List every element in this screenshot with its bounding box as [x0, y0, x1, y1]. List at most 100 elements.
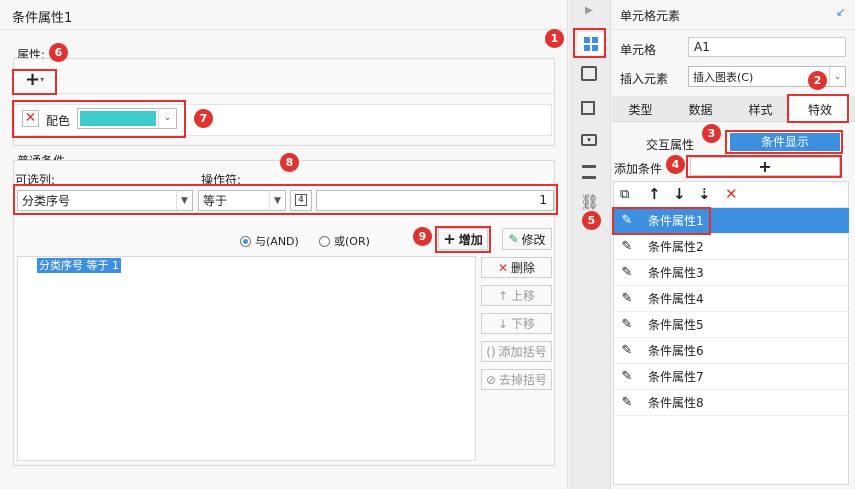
condition-item[interactable]: ✎ 条件属性2 [614, 234, 849, 260]
radio-unchecked-icon [319, 235, 330, 247]
widget-icon[interactable]: ▾ [581, 134, 597, 146]
chevron-down-icon: ⌄ [829, 67, 845, 86]
sort-down-icon[interactable]: ⇣ [698, 185, 711, 203]
remove-bracket-icon: ⊘ [485, 372, 497, 387]
insert-select-value: 插入图表(C) [693, 70, 754, 84]
modify-button-label: 修改 [521, 232, 546, 247]
remove-color-icon[interactable]: ✕ [22, 110, 39, 127]
annotation-badge: 1 [545, 29, 564, 48]
arrow-up-icon[interactable]: ↑ [648, 185, 661, 203]
condition-item[interactable]: ✎ 条件属性7 [614, 364, 849, 390]
annotation-badge: 2 [808, 71, 827, 90]
or-radio[interactable]: 或(OR) [319, 233, 370, 249]
delete-button-label: 删除 [511, 261, 536, 275]
cell-input[interactable]: A1 [688, 37, 846, 57]
pencil-icon: ✎ [621, 291, 633, 306]
bracket-icon: () [486, 344, 496, 359]
add-condition-plus-button[interactable]: + [690, 157, 840, 176]
add-property-button[interactable]: +▾ [25, 71, 44, 89]
and-label: 与(AND) [255, 235, 299, 248]
modify-button[interactable]: ✎ 修改 [502, 228, 552, 250]
annotation-badge: 7 [194, 109, 213, 128]
annotation-badge: 6 [49, 43, 68, 62]
chevron-down-icon: ▼ [176, 191, 192, 210]
cell-attribute-icon[interactable] [581, 66, 597, 81]
remove-bracket-button[interactable]: ⊘ 去掉括号 [481, 369, 552, 390]
tab-effect[interactable]: 特效 [790, 96, 850, 122]
annotation-badge: 5 [582, 211, 601, 230]
annotation-badge: 8 [280, 153, 299, 172]
sub-tab-condition-display[interactable]: 条件显示 [730, 133, 840, 151]
link-icon[interactable]: ⛓ [580, 193, 599, 211]
pencil-icon: ✎ [621, 369, 633, 384]
condition-item[interactable]: ✎ 条件属性4 [614, 286, 849, 312]
collapse-arrow-icon[interactable]: ↙ [836, 5, 846, 19]
optional-column-label: 可选列: [15, 173, 56, 187]
format-type-button[interactable]: 4 [290, 190, 312, 211]
plus-icon: + [443, 230, 456, 248]
condition-item[interactable]: ✎ 条件属性8 [614, 390, 849, 416]
pencil-icon: ✎ [621, 265, 633, 280]
cell-label: 单元格 [620, 43, 657, 57]
tab-data[interactable]: 数据 [672, 96, 729, 122]
tab-style[interactable]: 样式 [732, 96, 789, 122]
condition-item[interactable]: ✎ 条件属性5 [614, 312, 849, 338]
edit-icon: ✎ [508, 232, 519, 246]
pencil-icon: ✎ [621, 213, 633, 228]
move-up-button[interactable]: ↑ 上移 [481, 285, 552, 306]
panel-title: 单元格元素 [620, 9, 681, 23]
pencil-icon: ✎ [621, 343, 633, 358]
delete-icon[interactable]: ✕ [725, 185, 738, 203]
column-select[interactable]: 分类序号 ▼ [17, 190, 193, 211]
add-bracket-button[interactable]: () 添加括号 [481, 341, 552, 362]
tab-type[interactable]: 类型 [612, 96, 669, 122]
sub-tab-interaction[interactable]: 交互属性 [646, 136, 694, 153]
arrow-up-icon: ↑ [497, 288, 509, 303]
move-down-label: 下移 [511, 317, 536, 331]
operator-select[interactable]: 等于 ▼ [198, 190, 286, 211]
value-input[interactable]: 1 [316, 190, 554, 211]
operator-select-value: 等于 [203, 194, 228, 208]
expand-arrow-icon[interactable]: ▶ [585, 5, 593, 16]
arrow-down-icon: ↓ [497, 316, 509, 331]
condition-list[interactable] [17, 256, 476, 461]
remove-bracket-label: 去掉括号 [499, 373, 548, 387]
operator-label: 操作符: [201, 173, 242, 187]
title-divider [0, 29, 568, 30]
add-button-label: 增加 [458, 232, 483, 247]
pencil-icon: ✎ [621, 317, 633, 332]
panel-title-divider [612, 29, 855, 30]
layers-icon[interactable] [582, 165, 596, 179]
color-picker[interactable]: ⌄ [77, 108, 177, 129]
property-toolbar-divider [14, 93, 554, 94]
crop-icon[interactable] [581, 101, 595, 115]
annotation-badge: 3 [702, 124, 721, 143]
delete-button[interactable]: ✕ 删除 [481, 257, 552, 278]
copy-icon[interactable]: ⧉ [620, 187, 629, 202]
pencil-icon: ✎ [621, 395, 633, 410]
insert-label: 插入元素 [620, 72, 669, 86]
condition-entry[interactable]: 分类序号 等于 1 [37, 258, 121, 273]
condition-item[interactable]: ✎ 条件属性6 [614, 338, 849, 364]
delete-icon: ✕ [497, 260, 509, 275]
dialog-title: 条件属性1 [12, 11, 73, 26]
arrow-down-icon[interactable]: ↓ [673, 185, 686, 203]
add-condition-button[interactable]: + 增加 [438, 228, 488, 250]
color-swatch [80, 111, 156, 126]
move-down-button[interactable]: ↓ 下移 [481, 313, 552, 334]
move-up-label: 上移 [511, 289, 536, 303]
and-radio[interactable]: 与(AND) [240, 233, 299, 249]
condition-item[interactable]: ✎ 条件属性1 [614, 208, 849, 234]
chevron-down-icon: ▼ [269, 191, 285, 210]
annotation-badge: 4 [666, 155, 685, 174]
chevron-down-icon: ⌄ [158, 109, 176, 128]
column-select-value: 分类序号 [22, 194, 71, 208]
add-condition-label: 添加条件 [614, 162, 663, 176]
cell-element-icon[interactable] [578, 32, 603, 55]
condition-item[interactable]: ✎ 条件属性3 [614, 260, 849, 286]
radio-checked-icon [240, 235, 251, 247]
format-type-glyph: 4 [295, 194, 307, 206]
add-bracket-label: 添加括号 [498, 345, 547, 359]
pencil-icon: ✎ [621, 239, 633, 254]
or-label: 或(OR) [334, 235, 370, 248]
